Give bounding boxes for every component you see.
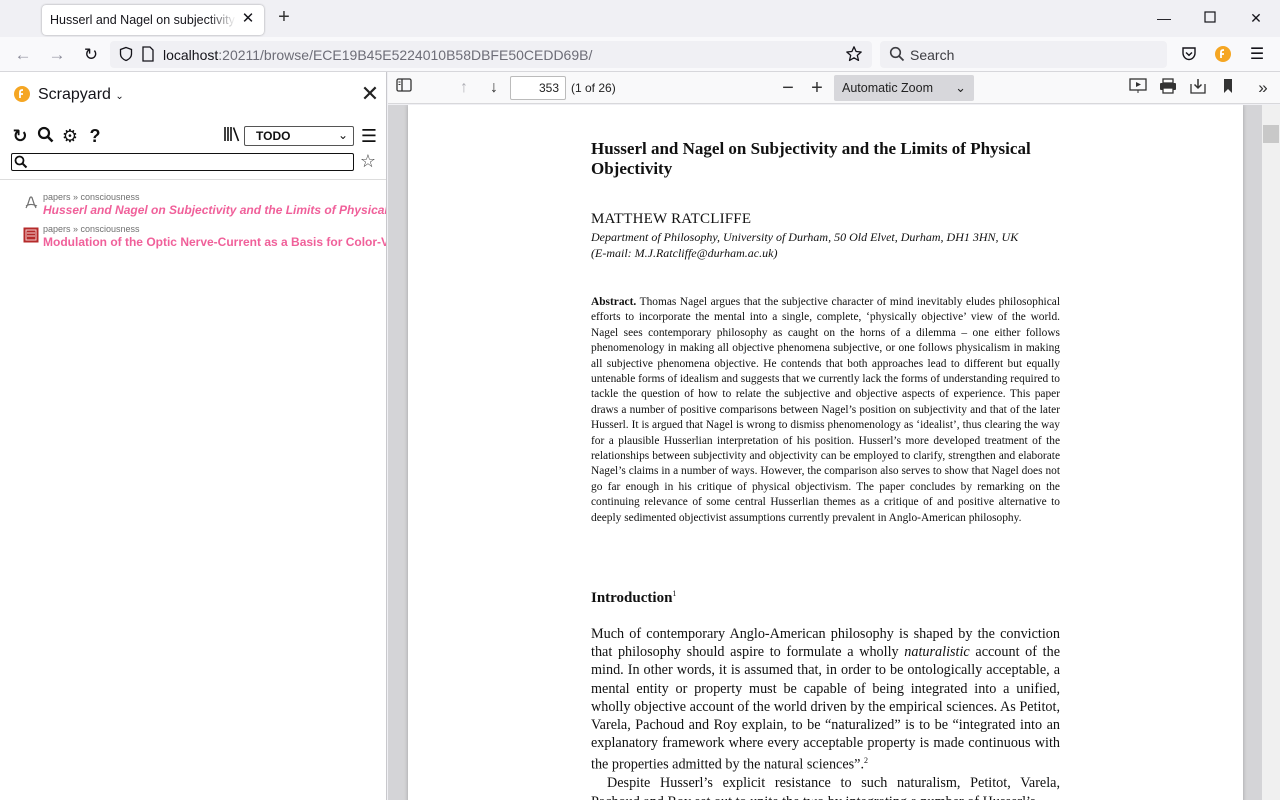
maximize-icon[interactable]: [1200, 8, 1220, 28]
document-thumbnail-icon: [23, 227, 39, 243]
tools-chevron-icon[interactable]: »: [1253, 78, 1273, 98]
previous-page-icon[interactable]: ↑: [454, 78, 474, 98]
paper-affiliation: Department of Philosophy, University of …: [591, 230, 1018, 261]
bookmark-path: papers » consciousness: [43, 224, 140, 234]
bookmark-item[interactable]: papers » consciousness Modulation of the…: [0, 224, 386, 254]
minimize-icon[interactable]: —: [1154, 8, 1174, 28]
bookmark-title[interactable]: Husserl and Nagel on Subjectivity and th…: [43, 203, 386, 217]
abstract-label: Abstract.: [591, 296, 637, 308]
tab-close-icon[interactable]: ✕: [240, 11, 256, 27]
settings-gear-icon[interactable]: ⚙: [60, 126, 80, 146]
search-icon[interactable]: [35, 126, 55, 146]
app-menu-icon[interactable]: ☰: [1247, 45, 1267, 65]
zoom-in-icon[interactable]: +: [807, 78, 827, 98]
bookmark-item[interactable]: papers » consciousness Husserl and Nagel…: [0, 192, 386, 222]
sidebar-title-text: Scrapyard: [38, 86, 111, 103]
presentation-mode-icon[interactable]: [1128, 78, 1148, 98]
sidebar-toolbar: ↻ ⚙ ? TODO ⌄ ☰: [0, 124, 386, 148]
url-host: localhost: [163, 47, 219, 63]
search-icon: [889, 46, 905, 65]
sidebar-menu-icon[interactable]: ☰: [359, 126, 379, 146]
tab-title: Husserl and Nagel on subjectivity and th…: [50, 13, 236, 27]
abstract-text: Thomas Nagel argues that the subjective …: [591, 296, 1060, 524]
footnote-marker: 1: [672, 589, 677, 598]
zoom-select-value: Automatic Zoom: [842, 81, 934, 95]
shelf-select[interactable]: TODO ⌄: [244, 126, 354, 146]
page-icon[interactable]: [141, 46, 155, 65]
back-icon[interactable]: ←: [12, 44, 34, 66]
refresh-icon[interactable]: ↻: [10, 126, 30, 146]
download-icon[interactable]: [1188, 78, 1208, 98]
url-bar[interactable]: localhost:20211/browse/ECE19B45E5224010B…: [110, 41, 872, 68]
add-bookmark-star-icon[interactable]: ☆: [358, 151, 378, 171]
body-paragraph: Much of contemporary Anglo-American phil…: [591, 625, 1060, 774]
bookmark-path: papers » consciousness: [43, 192, 140, 202]
paper-title: Husserl and Nagel on Subjectivity and th…: [591, 139, 1031, 178]
scrapyard-logo-icon: [13, 85, 31, 106]
shield-icon[interactable]: [118, 46, 134, 65]
sidebar-divider: [0, 179, 386, 180]
new-tab-icon[interactable]: +: [274, 7, 294, 28]
bookmark-title[interactable]: Modulation of the Optic Nerve-Current as…: [43, 235, 386, 249]
footnote-marker: 2: [864, 756, 869, 766]
pdf-scrollbar[interactable]: [1262, 105, 1280, 800]
zoom-out-icon[interactable]: −: [778, 78, 798, 98]
navigation-bar: ← → ↻ localhost:20211/browse/ECE19B45E52…: [0, 37, 1280, 72]
chevron-down-icon: ⌄: [337, 128, 348, 142]
pdf-scrollbar-thumb[interactable]: [1263, 125, 1279, 143]
search-icon: [14, 155, 28, 172]
reload-icon[interactable]: ↻: [80, 44, 102, 66]
pocket-icon[interactable]: [1179, 45, 1199, 65]
bookmark-icon[interactable]: [1218, 78, 1238, 98]
affiliation-email: (E-mail: M.J.Ratcliffe@durham.ac.uk): [591, 245, 778, 260]
url-path: :20211/browse/ECE19B45E5224010B58DBFE50C…: [218, 47, 593, 63]
body-paragraph: Despite Husserl’s explicit resistance to…: [591, 775, 1060, 800]
paper-author: MATTHEW RATCLIFFE: [591, 211, 752, 227]
search-bar[interactable]: Search: [880, 41, 1167, 68]
body-text: account of the mind. In other words, it …: [591, 644, 1061, 774]
chevron-down-icon: ⌄: [115, 91, 124, 102]
help-icon[interactable]: ?: [85, 126, 105, 146]
window-close-icon[interactable]: ✕: [1246, 8, 1266, 28]
chevron-down-icon: ⌄: [955, 80, 966, 95]
section-heading-text: Introduction: [591, 590, 673, 606]
print-icon[interactable]: [1158, 78, 1178, 98]
body-emphasis: naturalistic: [904, 644, 970, 661]
browser-tab-active[interactable]: Husserl and Nagel on subjectivity and th…: [42, 5, 264, 35]
url-text[interactable]: localhost:20211/browse/ECE19B45E5224010B…: [163, 47, 592, 63]
sidebar-title[interactable]: Scrapyard ⌄: [38, 86, 124, 104]
sidebar-header: Scrapyard ⌄ ✕: [0, 72, 386, 116]
sidebar-close-icon[interactable]: ✕: [360, 83, 380, 105]
zoom-select[interactable]: Automatic Zoom ⌄: [834, 75, 974, 101]
pdf-viewer[interactable]: Husserl and Nagel on Subjectivity and th…: [388, 105, 1280, 800]
sidebar-search-input[interactable]: [11, 153, 354, 171]
scrapyard-sidebar: Scrapyard ⌄ ✕ ↻ ⚙ ? TODO ⌄ ☰ ☆ papers » …: [0, 72, 387, 800]
toggle-sidebar-icon[interactable]: [394, 78, 414, 98]
bookmark-star-icon[interactable]: [845, 45, 863, 66]
page-number-input[interactable]: 353: [510, 76, 566, 100]
paper-abstract: Abstract. Thomas Nagel argues that the s…: [591, 295, 1060, 526]
shelf-select-value: TODO: [256, 129, 291, 143]
section-heading: Introduction1: [591, 589, 676, 607]
tab-strip: Husserl and Nagel on subjectivity and th…: [0, 0, 1280, 37]
pdf-toolbar: ↑ ↓ 353 (1 of 26) − + Automatic Zoom ⌄ »: [388, 72, 1280, 104]
page-count: (1 of 26): [571, 81, 616, 95]
scrapyard-extension-icon[interactable]: [1213, 45, 1233, 65]
affiliation-line: Department of Philosophy, University of …: [591, 230, 1019, 244]
forward-icon[interactable]: →: [46, 44, 68, 66]
shelves-icon[interactable]: [222, 126, 242, 146]
pdf-icon: [23, 195, 39, 211]
next-page-icon[interactable]: ↓: [484, 78, 504, 98]
search-placeholder: Search: [910, 47, 955, 63]
paper-body: Much of contemporary Anglo-American phil…: [591, 625, 1060, 800]
pdf-page: Husserl and Nagel on Subjectivity and th…: [408, 105, 1243, 800]
